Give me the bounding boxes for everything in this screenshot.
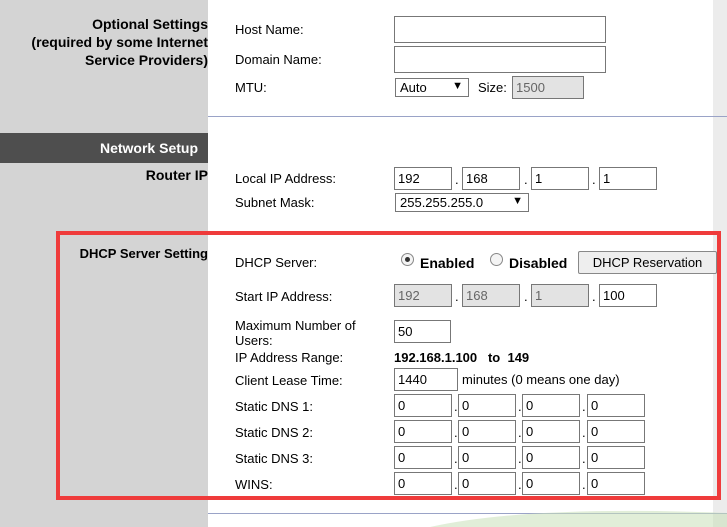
subnet-mask-select[interactable]: 255.255.255.0 ▼ <box>395 193 529 212</box>
subnet-mask-label: Subnet Mask: <box>235 195 315 210</box>
mtu-size-input[interactable]: 1500 <box>512 76 584 99</box>
local-ip-octet-2[interactable]: 168 <box>462 167 520 190</box>
host-name-label: Host Name: <box>235 22 304 37</box>
mtu-selected-value: Auto <box>400 80 427 95</box>
dhcp-highlight-frame <box>56 231 721 500</box>
local-ip-label: Local IP Address: <box>235 171 336 186</box>
network-setup-bar: Network Setup <box>0 133 208 163</box>
size-label: Size: <box>478 80 507 95</box>
section-divider <box>208 116 727 117</box>
dropdown-arrow-icon: ▼ <box>452 80 463 92</box>
ip-dot: . <box>592 172 596 187</box>
local-ip-octet-4[interactable]: 1 <box>599 167 657 190</box>
domain-name-label: Domain Name: <box>235 52 322 67</box>
optional-settings-title-line2: (required by some Internet <box>31 34 208 50</box>
dropdown-arrow-icon: ▼ <box>512 195 523 207</box>
host-name-input[interactable] <box>394 16 606 43</box>
mtu-select[interactable]: Auto ▼ <box>395 78 469 97</box>
ip-dot: . <box>524 172 528 187</box>
optional-settings-title-line1: Optional Settings <box>92 16 208 32</box>
local-ip-octet-1[interactable]: 192 <box>394 167 452 190</box>
mtu-label: MTU: <box>235 80 267 95</box>
network-setup-label: Network Setup <box>99 140 198 156</box>
local-ip-octet-3[interactable]: 1 <box>531 167 589 190</box>
domain-name-input[interactable] <box>394 46 606 73</box>
decorative-swoosh <box>430 510 727 527</box>
subnet-mask-selected-value: 255.255.255.0 <box>400 195 484 210</box>
ip-dot: . <box>455 172 459 187</box>
optional-settings-title-line3: Service Providers) <box>85 52 208 68</box>
router-ip-title: Router IP <box>145 167 208 183</box>
